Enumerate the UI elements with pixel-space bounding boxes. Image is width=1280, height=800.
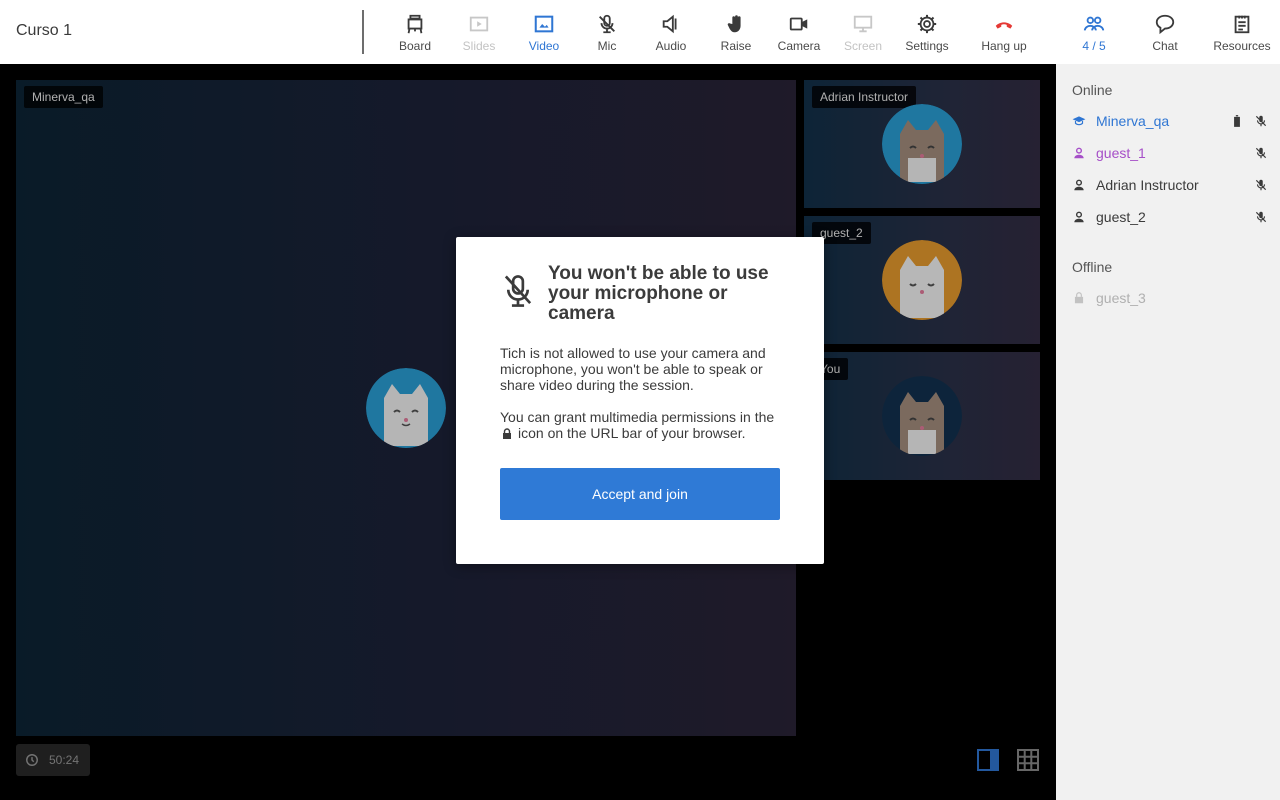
camera-label: Camera <box>777 39 821 53</box>
hang-up-label: Hang up <box>981 39 1027 53</box>
tab-chat[interactable]: Chat <box>1151 0 1179 64</box>
top-toolbar: Curso 1 Board Slides Video Mic Audio Rai… <box>0 0 1056 64</box>
screen-share-icon <box>853 15 873 33</box>
clipboard-icon <box>1234 15 1250 34</box>
raise-label: Raise <box>720 39 752 53</box>
resources-label: Resources <box>1213 39 1271 53</box>
gear-icon <box>917 14 937 34</box>
board-label: Board <box>398 39 432 53</box>
lock-icon <box>503 428 511 439</box>
video-button[interactable]: Video <box>524 0 564 64</box>
video-layout-icon <box>534 15 554 33</box>
slides-button[interactable]: Slides <box>459 0 499 64</box>
user-icon <box>1074 147 1084 159</box>
toolbar-divider <box>362 10 364 54</box>
mic-off-icon <box>504 275 532 307</box>
mic-button[interactable]: Mic <box>590 0 624 64</box>
participant-row[interactable]: Adrian Instructor <box>1072 175 1268 195</box>
hint-text-start: You can grant multimedia permissions in … <box>500 409 775 425</box>
hand-icon <box>727 15 741 33</box>
hang-up-button[interactable]: Hang up <box>978 0 1030 64</box>
dialog-message: Tich is not allowed to use your camera a… <box>500 345 766 393</box>
hint-text-end: icon on the URL bar of your browser. <box>518 425 746 441</box>
participants-count: 4 / 5 <box>1082 39 1106 53</box>
mic-off-icon <box>599 14 615 34</box>
raise-hand-button[interactable]: Raise <box>718 0 754 64</box>
people-icon <box>1083 16 1105 31</box>
participant-row[interactable]: guest_1 <box>1072 143 1268 163</box>
participant-name: Minerva_qa <box>1096 113 1170 129</box>
offline-section-title: Offline <box>1072 259 1113 275</box>
audio-button[interactable]: Audio <box>652 0 690 64</box>
tab-participants[interactable]: 4 / 5 <box>1080 0 1108 64</box>
dialog-title: You won't be able to use your microphone… <box>548 263 769 324</box>
user-icon <box>1074 179 1084 191</box>
speaker-icon <box>662 14 677 34</box>
participant-name: guest_3 <box>1096 290 1146 306</box>
participant-row[interactable]: guest_3 <box>1072 288 1268 308</box>
slides-label: Slides <box>462 39 496 53</box>
camera-button[interactable]: Camera <box>777 0 821 64</box>
chat-label: Chat <box>1152 39 1178 53</box>
permissions-dialog: You won't be able to use your microphone… <box>456 237 824 564</box>
mic-off-icon[interactable] <box>1254 146 1268 160</box>
audio-label: Audio <box>655 39 687 53</box>
user-icon <box>1074 211 1084 223</box>
lock-icon <box>1074 292 1084 304</box>
settings-button[interactable]: Settings <box>903 0 951 64</box>
mic-label: Mic <box>597 39 617 53</box>
trash-icon[interactable] <box>1230 114 1244 128</box>
mic-off-icon[interactable] <box>1254 210 1268 224</box>
participant-name: guest_1 <box>1096 145 1146 161</box>
screen-share-button[interactable]: Screen <box>843 0 883 64</box>
online-section-title: Online <box>1072 82 1113 98</box>
board-button[interactable]: Board <box>397 0 433 64</box>
slides-icon <box>469 16 489 32</box>
participants-panel: Online Minerva_qa guest_1 Adrian Instruc… <box>1056 64 1280 800</box>
accept-and-join-button[interactable]: Accept and join <box>500 468 780 520</box>
participant-name: guest_2 <box>1096 209 1146 225</box>
participant-row[interactable]: Minerva_qa <box>1072 111 1268 131</box>
camera-icon <box>789 17 808 31</box>
mic-off-icon[interactable] <box>1254 114 1268 128</box>
phone-hangup-icon <box>995 22 1013 29</box>
participant-name: Adrian Instructor <box>1096 177 1199 193</box>
tab-resources[interactable]: Resources <box>1210 0 1274 64</box>
settings-label: Settings <box>905 39 949 53</box>
whiteboard-icon <box>407 14 423 34</box>
mic-off-icon[interactable] <box>1254 178 1268 192</box>
participant-row[interactable]: guest_2 <box>1072 207 1268 227</box>
graduation-cap-icon <box>1072 116 1086 126</box>
course-title: Curso 1 <box>16 22 73 39</box>
side-panel-tabs: 4 / 5 Chat Resources <box>1056 0 1280 64</box>
dialog-hint: You can grant multimedia permissions in … <box>500 409 784 441</box>
chat-bubble-icon <box>1155 14 1175 35</box>
screen-label: Screen <box>843 39 883 53</box>
video-label: Video <box>528 39 560 53</box>
